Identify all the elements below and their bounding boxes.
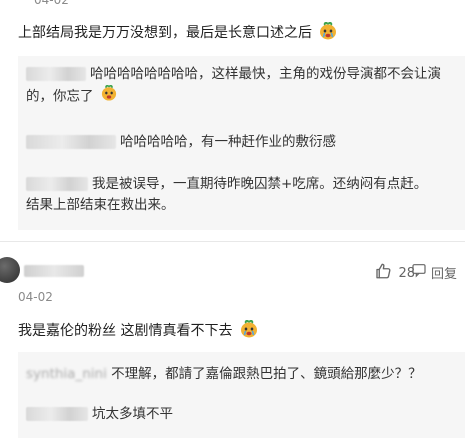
reply-text: 哈哈哈哈哈哈哈哈，这样最快，主角的戏份导演都不会让演: [90, 66, 441, 82]
reply-item[interactable]: 坑太多填不平: [26, 404, 455, 425]
reply-thread: 哈哈哈哈哈哈哈哈，这样最快，主角的戏份导演都不会让演 的，你忘了 哈哈哈哈哈，有…: [18, 56, 465, 230]
comment-text: 上部结局我是万万没想到，最后是长意口述之后: [18, 21, 337, 44]
comment-feed: 04-02 上部结局我是万万没想到，最后是长意口述之后 哈哈哈哈哈哈哈哈，这样最…: [0, 0, 465, 438]
comment-date: 04-02: [18, 290, 53, 304]
comment-text-content: 我是嘉伦的粉丝 这剧情真看不下去: [18, 323, 233, 339]
reply-label: 回复: [430, 266, 457, 282]
crying-emoji-icon: [240, 319, 258, 342]
thumb-up-icon: [374, 262, 392, 284]
blurred-username: [26, 177, 88, 191]
reply-text: 坑太多填不平: [92, 406, 173, 422]
crying-emoji-icon: [101, 84, 117, 108]
reply-thread: synthia_nini 不理解，都請了嘉倫跟熱巴拍了、鏡頭給那麼少？？ 坑太多…: [18, 352, 465, 438]
reply-item[interactable]: 哈哈哈哈哈，有一种赶作业的敷衍感: [26, 132, 455, 153]
like-button[interactable]: 28: [374, 262, 415, 284]
crying-emoji-icon: [319, 21, 337, 44]
avatar[interactable]: [0, 257, 20, 283]
reply-text: 不理解，都請了嘉倫跟熱巴拍了、鏡頭給那麼少？？: [111, 366, 422, 382]
reply-button[interactable]: 回复: [411, 262, 457, 282]
blurred-username[interactable]: [24, 265, 84, 277]
comment-text: 我是嘉伦的粉丝 这剧情真看不下去: [18, 319, 258, 342]
reply-text: 的，你忘了: [26, 88, 94, 105]
comment-text-content: 上部结局我是万万没想到，最后是长意口述之后: [18, 25, 312, 41]
blurred-username: [26, 135, 116, 149]
comment-bubble-icon: [411, 262, 427, 282]
reply-text: 哈哈哈哈哈，有一种赶作业的敷衍感: [120, 134, 336, 150]
reply-text: 我是被误导，一直期待昨晚囚禁+吃席。还纳闷有点赶。: [92, 176, 428, 192]
comment-date: 04-02: [34, 0, 69, 7]
reply-item[interactable]: 哈哈哈哈哈哈哈哈，这样最快，主角的戏份导演都不会让演 的，你忘了: [26, 64, 455, 108]
blurred-username: [26, 407, 88, 421]
reply-item[interactable]: 我是被误导，一直期待昨晚囚禁+吃席。还纳闷有点赶。 结果上部结束在救出来。: [26, 174, 455, 216]
blurred-username: synthia_nini: [26, 366, 107, 382]
reply-text: 结果上部结束在救出来。: [26, 197, 175, 213]
reply-item[interactable]: synthia_nini 不理解，都請了嘉倫跟熱巴拍了、鏡頭給那麼少？？: [26, 364, 455, 385]
blurred-username: [26, 67, 86, 81]
comment-divider: [0, 241, 465, 242]
